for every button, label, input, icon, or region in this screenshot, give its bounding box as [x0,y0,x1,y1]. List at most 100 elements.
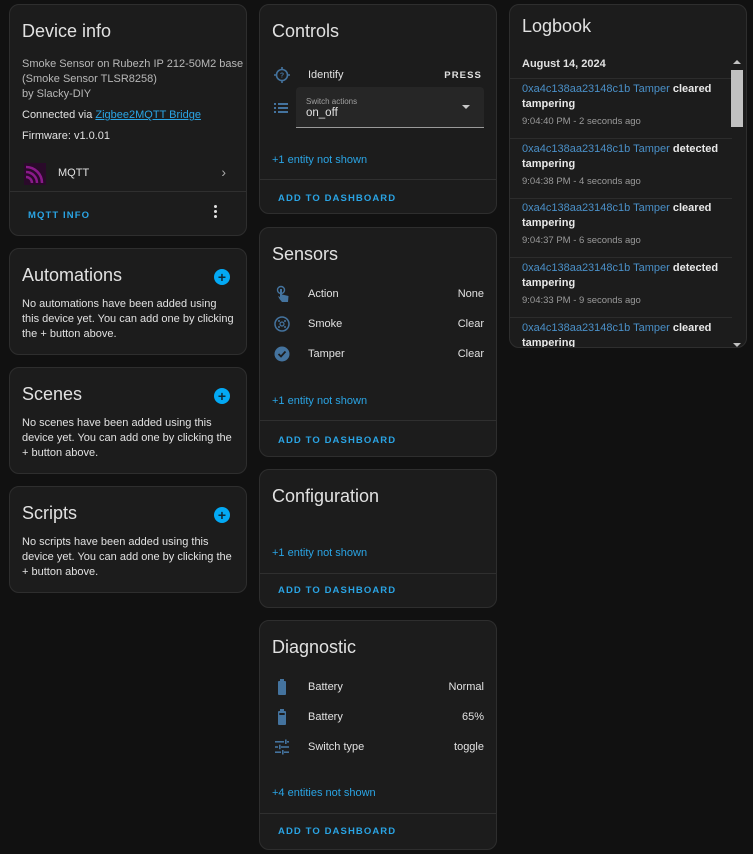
logbook-scrollbar[interactable] [730,57,744,347]
diagnostic-row-battery[interactable]: Battery Normal [272,677,484,697]
diagnostic-row-battery-level[interactable]: Battery 65% [272,707,484,727]
logbook-card: Logbook August 14, 2024 0xa4c138aa23148c… [509,4,747,348]
identify-label: Identify [308,69,344,81]
sensor-name: Action [308,288,339,300]
switch-actions-value: on_off [306,107,338,119]
log-message: tampering [522,158,576,170]
diagnostic-row-switch-type[interactable]: Switch type toggle [272,737,484,757]
log-time: 9:04:33 PM - 9 seconds ago [522,295,641,306]
tune-icon [272,737,292,757]
plus-icon: + [217,269,227,285]
more-options-icon[interactable] [214,205,218,218]
controls-add-to-dashboard-button[interactable]: ADD TO DASHBOARD [278,193,396,204]
log-time: 9:04:37 PM - 6 seconds ago [522,235,641,246]
sensors-add-to-dashboard-button[interactable]: ADD TO DASHBOARD [278,435,396,446]
log-entity-link[interactable]: 0xa4c138aa23148c1b Tamper [522,262,670,274]
log-entity-link[interactable]: 0xa4c138aa23148c1b Tamper [522,322,670,334]
log-entity-link[interactable]: 0xa4c138aa23148c1b Tamper [522,143,670,155]
logbook-date: August 14, 2024 [522,58,606,70]
battery-icon [272,677,292,697]
chevron-right-icon: › [221,164,226,180]
log-action: detected [672,262,719,274]
log-entity-link[interactable]: 0xa4c138aa23148c1b Tamper [522,83,670,95]
add-automation-button[interactable]: + [214,269,230,285]
scroll-down-arrow-icon[interactable] [733,343,741,347]
scrollbar-thumb[interactable] [731,70,743,127]
divider [260,420,496,421]
connected-via-label: Connected via [22,109,93,121]
diagnostic-value: Normal [448,681,484,693]
controls-not-shown-link[interactable]: +1 entity not shown [272,154,367,166]
log-entry: 0xa4c138aa23148c1b Tamper cleared tamper… [522,82,722,129]
sensors-card: Sensors Action None Smoke Clear Tamper C… [259,227,497,457]
configuration-add-to-dashboard-button[interactable]: ADD TO DASHBOARD [278,585,396,596]
check-circle-icon [272,344,292,364]
scroll-up-arrow-icon[interactable] [733,60,741,64]
identify-row: ? Identify PRESS [272,65,484,85]
device-manufacturer: by Slacky-DIY [22,88,92,100]
svg-text:?: ? [280,73,284,80]
automations-card: Automations + No automations have been a… [9,248,247,355]
log-message: tampering [522,337,576,348]
mqtt-icon [24,163,46,190]
scenes-title: Scenes [22,384,83,404]
sensor-row-action[interactable]: Action None [272,284,484,304]
configuration-card: Configuration +1 entity not shown ADD TO… [259,469,497,608]
dropdown-arrow-icon [462,105,470,109]
mqtt-label: MQTT [58,167,90,179]
add-script-button[interactable]: + [214,507,230,523]
sensor-value: Clear [457,318,484,330]
log-time: 9:04:38 PM - 4 seconds ago [522,176,641,187]
device-info-card: Device info Smoke Sensor on Rubezh IP 21… [9,4,247,236]
diagnostic-value: 65% [461,711,484,723]
scenes-card: Scenes + No scenes have been added using… [9,367,247,474]
log-entity-link[interactable]: 0xa4c138aa23148c1b Tamper [522,202,670,214]
automations-title: Automations [22,265,123,285]
mqtt-info-button[interactable]: MQTT INFO [28,210,90,221]
divider [10,191,246,192]
divider [510,138,732,139]
sensor-row-smoke[interactable]: Smoke Clear [272,314,484,334]
sensors-not-shown-link[interactable]: +1 entity not shown [272,395,367,407]
automations-empty-text: No automations have been added using thi… [22,298,234,340]
log-message: tampering [522,217,576,229]
controls-title: Controls [272,21,340,41]
connected-via: Connected via Zigbee2MQTT Bridge [22,108,201,123]
divider [510,317,732,318]
device-model-line1: Smoke Sensor on Rubezh IP 212-50M2 base [22,58,244,70]
diagnostic-add-to-dashboard-button[interactable]: ADD TO DASHBOARD [278,826,396,837]
diagnostic-not-shown-link[interactable]: +4 entities not shown [272,787,376,799]
diagnostic-value: toggle [454,741,484,753]
log-action: cleared [672,202,712,214]
bridge-link[interactable]: Zigbee2MQTT Bridge [95,109,201,121]
log-message: tampering [522,98,576,110]
smoke-detector-icon [272,314,292,334]
diagnostic-name: Battery [308,711,343,723]
scripts-card: Scripts + No scripts have been added usi… [9,486,247,593]
configuration-title: Configuration [272,486,380,506]
divider [510,198,732,199]
switch-actions-select[interactable]: Switch actions on_off [296,87,484,128]
plus-icon: + [217,507,227,523]
identify-icon: ? [272,65,292,85]
sensor-row-tamper[interactable]: Tamper Clear [272,344,484,364]
log-entry: 0xa4c138aa23148c1b Tamper cleared tamper… [522,321,722,348]
sensor-name: Smoke [308,318,343,330]
scripts-empty-text: No scripts have been added using this de… [22,536,232,578]
controls-card: Controls ? Identify PRESS Switch actions… [259,4,497,214]
log-time: 9:04:40 PM - 2 seconds ago [522,116,641,127]
divider [260,179,496,180]
add-scene-button[interactable]: + [214,388,230,404]
divider [260,813,496,814]
divider [260,573,496,574]
configuration-not-shown-link[interactable]: +1 entity not shown [272,547,367,559]
device-model-line2: (Smoke Sensor TLSR8258) [22,73,157,85]
gesture-tap-icon [272,284,292,304]
divider [510,78,732,79]
diagnostic-name: Battery [308,681,343,693]
press-button[interactable]: PRESS [444,70,482,81]
firmware-version: Firmware: v1.0.01 [22,130,111,142]
log-entry: 0xa4c138aa23148c1b Tamper cleared tamper… [522,201,722,248]
battery-60-icon [272,707,292,727]
mqtt-integration-row[interactable]: MQTT › [10,159,246,189]
